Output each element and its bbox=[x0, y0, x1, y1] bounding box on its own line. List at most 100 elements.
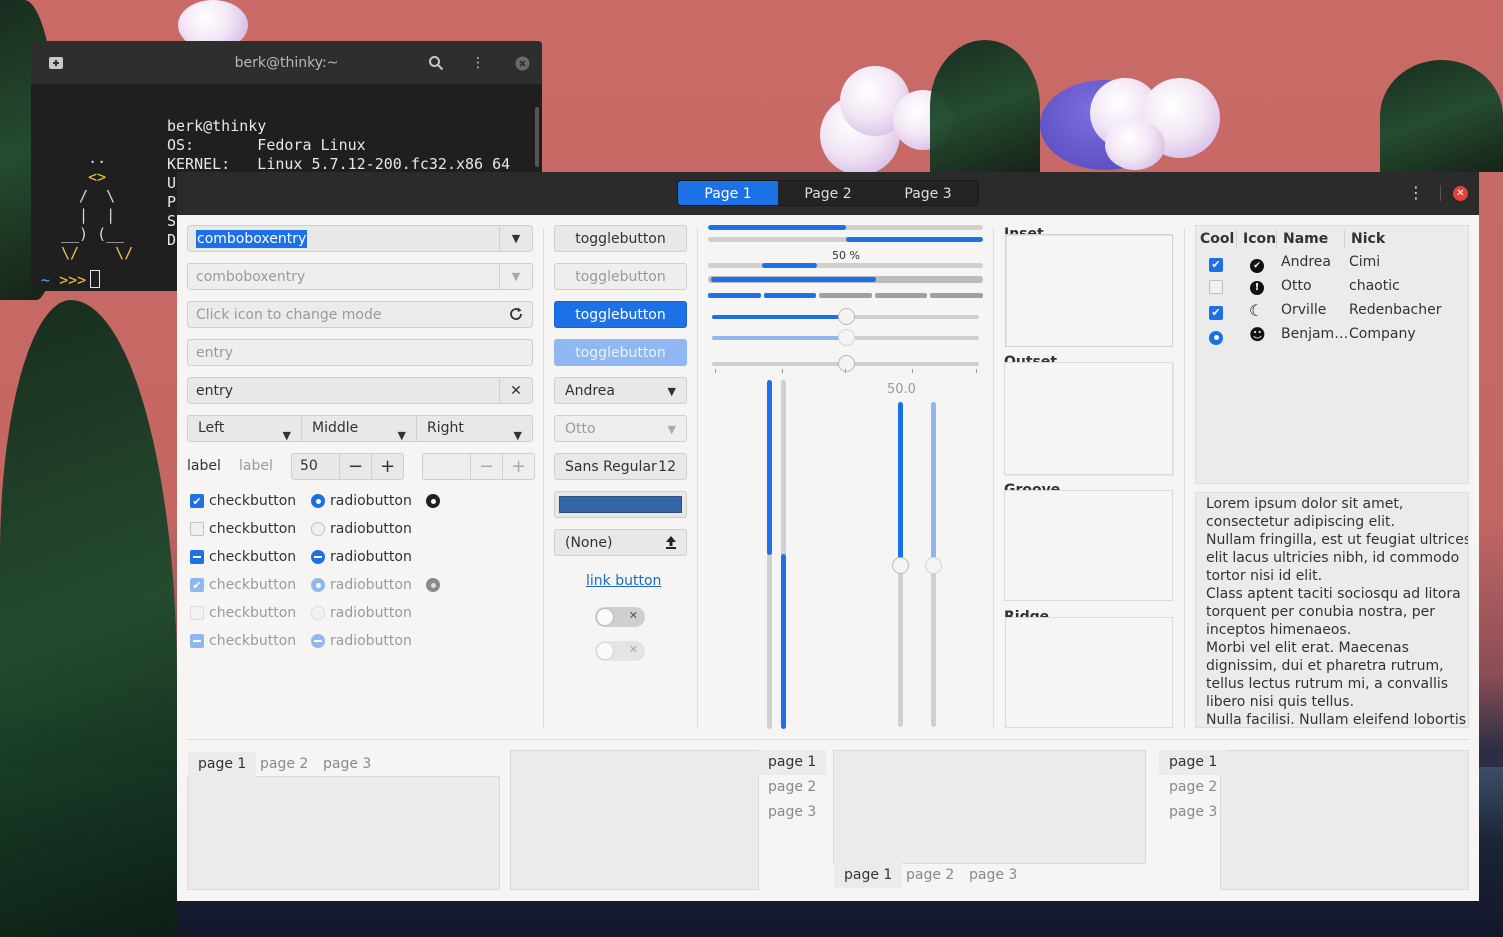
cool-radio-checked[interactable] bbox=[1209, 328, 1228, 345]
combo-middle[interactable]: Middle ▼ bbox=[302, 415, 417, 442]
notebook-tab[interactable]: page 1 bbox=[834, 863, 903, 888]
notebook-tab[interactable]: page 3 bbox=[959, 863, 1027, 888]
menu-icon[interactable]: ⋮ bbox=[1407, 184, 1425, 202]
column-header-icon[interactable]: Icon bbox=[1243, 231, 1276, 247]
header-separator bbox=[1344, 230, 1345, 248]
font-button[interactable]: Sans Regular 12 bbox=[554, 453, 687, 480]
comboboxentry-active[interactable]: comboboxentry ▼ bbox=[187, 225, 533, 252]
checkbutton-checked[interactable]: ✔ checkbutton bbox=[190, 493, 296, 509]
column-header-nick[interactable]: Nick bbox=[1351, 231, 1385, 247]
tab-page-1[interactable]: Page 1 bbox=[678, 181, 778, 205]
radio-no-label[interactable] bbox=[426, 494, 440, 508]
spinbutton[interactable]: 50 − + bbox=[291, 453, 404, 480]
levelbar bbox=[708, 276, 983, 283]
togglebutton-active[interactable]: togglebutton bbox=[554, 301, 687, 328]
scale-knob[interactable] bbox=[837, 355, 855, 372]
label: label bbox=[187, 458, 221, 474]
radiobutton-unchecked[interactable]: radiobutton bbox=[311, 521, 412, 537]
column-header-cool[interactable]: Cool bbox=[1200, 231, 1234, 247]
link-button[interactable]: link button bbox=[586, 573, 661, 589]
notebook-tab[interactable]: page 1 bbox=[758, 750, 827, 775]
spinbutton-disabled: − + bbox=[422, 453, 535, 480]
progress-fill bbox=[762, 263, 817, 268]
scale-mark bbox=[782, 369, 783, 373]
cool-checkbox-checked[interactable]: ✔ bbox=[1209, 304, 1228, 320]
notebook-tab[interactable]: page 2 bbox=[758, 775, 826, 800]
radiobutton-checked[interactable]: radiobutton bbox=[311, 493, 412, 509]
row-nick[interactable]: Cimi bbox=[1349, 254, 1380, 270]
stack-switcher: Page 1 Page 2 Page 3 bbox=[677, 180, 979, 206]
row-name[interactable]: Andrea bbox=[1281, 254, 1331, 270]
notebook-tab[interactable]: page 1 bbox=[188, 752, 257, 777]
check-icon: ✔ bbox=[190, 578, 204, 592]
notebook-tab[interactable]: page 2 bbox=[896, 863, 964, 888]
clear-icon[interactable]: ✕ bbox=[499, 378, 532, 403]
file-chooser-button[interactable]: (None) bbox=[554, 529, 687, 556]
background-cloud bbox=[1105, 120, 1165, 170]
chevron-down-icon[interactable]: ▼ bbox=[499, 226, 532, 251]
spin-value[interactable]: 50 bbox=[292, 454, 339, 479]
scale-mark bbox=[845, 369, 846, 373]
minus-icon: − bbox=[470, 454, 502, 479]
plus-icon: + bbox=[502, 454, 534, 479]
progress-fill bbox=[781, 554, 786, 729]
search-icon[interactable] bbox=[427, 54, 445, 72]
separator bbox=[543, 228, 544, 728]
color-button[interactable] bbox=[554, 491, 687, 518]
switch-knob bbox=[596, 608, 614, 626]
new-tab-icon[interactable] bbox=[47, 54, 65, 72]
notebook-tab[interactable]: page 1 bbox=[1159, 750, 1228, 775]
scrollbar[interactable] bbox=[535, 107, 539, 167]
textview[interactable]: Lorem ipsum dolor sit amet, consectetur … bbox=[1195, 492, 1469, 728]
refresh-icon[interactable] bbox=[508, 306, 524, 326]
mode-entry[interactable]: Click icon to change mode bbox=[187, 301, 533, 328]
notebook-tab[interactable]: page 3 bbox=[758, 800, 826, 825]
plus-icon[interactable]: + bbox=[371, 454, 403, 479]
hscale-marks[interactable] bbox=[712, 355, 979, 372]
togglebutton-normal[interactable]: togglebutton bbox=[554, 225, 687, 252]
vscale[interactable] bbox=[892, 402, 909, 727]
chevron-down-icon: ▼ bbox=[397, 429, 406, 442]
notebook-tab[interactable]: page 2 bbox=[1159, 775, 1227, 800]
cool-checkbox-checked[interactable]: ✔ bbox=[1209, 256, 1228, 272]
notebook-tab[interactable]: page 3 bbox=[313, 752, 381, 777]
row-name[interactable]: Orville bbox=[1281, 302, 1326, 318]
cool-checkbox-unchecked[interactable] bbox=[1209, 280, 1228, 298]
radiobutton-mixed[interactable]: radiobutton bbox=[311, 549, 412, 565]
switch-knob bbox=[596, 642, 614, 660]
row-nick[interactable]: Company bbox=[1349, 326, 1416, 342]
frame-inset bbox=[1005, 234, 1173, 347]
tab-page-2[interactable]: Page 2 bbox=[778, 181, 878, 205]
combo-left[interactable]: Left ▼ bbox=[187, 415, 302, 442]
column-header-name[interactable]: Name bbox=[1283, 231, 1328, 247]
checkbutton-mixed[interactable]: checkbutton bbox=[190, 549, 296, 565]
row-name[interactable]: Benjam… bbox=[1281, 326, 1348, 342]
close-icon[interactable] bbox=[513, 54, 531, 72]
level-segment bbox=[874, 293, 928, 298]
notebook-tab[interactable]: page 2 bbox=[250, 752, 318, 777]
close-button[interactable]: ✕ bbox=[1453, 186, 1468, 201]
row-name[interactable]: Otto bbox=[1281, 278, 1312, 294]
radio-icon bbox=[311, 606, 325, 620]
entry-with-clear[interactable]: entry ✕ bbox=[187, 377, 533, 404]
notebook-page bbox=[1220, 750, 1469, 890]
minus-icon[interactable]: − bbox=[339, 454, 371, 479]
checkbutton-unchecked[interactable]: checkbutton bbox=[190, 521, 296, 537]
switch-off-disabled: ✕ bbox=[595, 641, 645, 661]
scale-knob[interactable] bbox=[837, 308, 855, 325]
frame-ridge bbox=[1005, 617, 1173, 728]
notebook-tab[interactable]: page 3 bbox=[1159, 800, 1227, 825]
checkbox-icon bbox=[190, 522, 204, 536]
scale-knob[interactable] bbox=[892, 556, 909, 574]
tab-page-3[interactable]: Page 3 bbox=[878, 181, 978, 205]
treeview[interactable]: Cool Icon Name Nick ✔ ✔ Andrea Cimi ! Ot… bbox=[1195, 225, 1469, 484]
row-nick[interactable]: chaotic bbox=[1349, 278, 1400, 294]
menu-icon[interactable]: ⋮ bbox=[469, 54, 487, 72]
combo-right[interactable]: Right ▼ bbox=[417, 415, 533, 442]
combobox-andrea[interactable]: Andrea ▼ bbox=[554, 377, 687, 404]
radiobutton-unchecked-disabled: radiobutton bbox=[311, 605, 412, 621]
entry-text: entry bbox=[196, 382, 234, 399]
hscale[interactable] bbox=[712, 308, 979, 325]
switch-off[interactable]: ✕ bbox=[595, 607, 645, 627]
row-nick[interactable]: Redenbacher bbox=[1349, 302, 1442, 318]
